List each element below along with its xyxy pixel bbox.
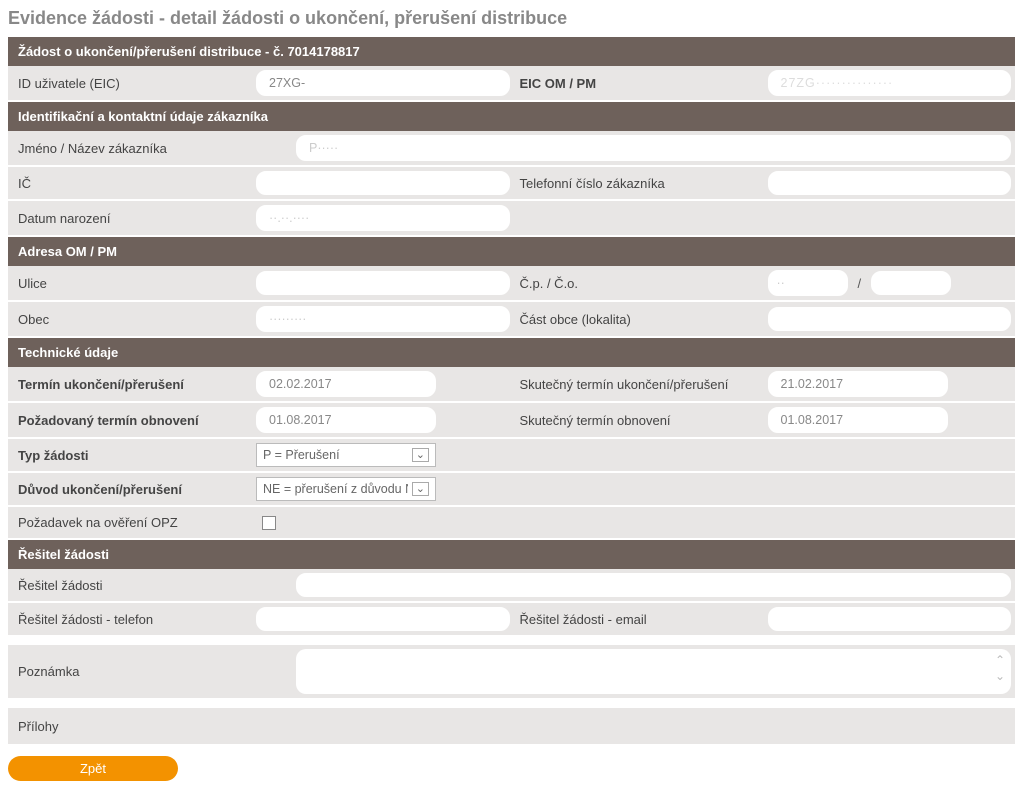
label-eic: EIC OM / PM xyxy=(514,72,764,95)
label-solver-phone: Řešitel žádosti - telefon xyxy=(12,608,252,631)
section-header-request: Žádost o ukončení/přerušení distribuce -… xyxy=(8,37,1015,66)
chevron-down-icon: ⌄ xyxy=(412,482,429,496)
section-header-tech: Technické údaje xyxy=(8,338,1015,367)
label-city-part: Část obce (lokalita) xyxy=(514,308,764,331)
label-phone: Telefonní číslo zákazníka xyxy=(514,172,764,195)
label-note: Poznámka xyxy=(12,649,292,694)
label-term: Termín ukončení/přerušení xyxy=(12,373,252,396)
label-id-user: ID uživatele (EIC) xyxy=(12,72,252,95)
input-eic: 27ZG··············· xyxy=(768,70,1012,96)
label-dob: Datum narození xyxy=(12,207,252,230)
section-header-solver: Řešitel žádosti xyxy=(8,540,1015,569)
chevron-up-icon: ⌃ xyxy=(995,653,1005,667)
label-ico: IČ xyxy=(12,172,252,195)
label-cp: Č.p. / Č.o. xyxy=(514,272,764,295)
input-dob: ··.··.···· xyxy=(256,205,510,231)
chevron-down-icon: ⌄ xyxy=(995,669,1005,683)
label-solver-email: Řešitel žádosti - email xyxy=(514,608,764,631)
back-button[interactable]: Zpět xyxy=(8,756,178,781)
chevron-down-icon: ⌄ xyxy=(412,448,429,462)
input-co xyxy=(871,271,951,295)
label-attachments: Přílohy xyxy=(12,715,292,738)
label-opz: Požadavek na ověření OPZ xyxy=(12,511,252,534)
section-header-contact: Identifikační a kontaktní údaje zákazník… xyxy=(8,102,1015,131)
label-real-term: Skutečný termín ukončení/přerušení xyxy=(514,373,764,396)
label-req-type: Typ žádosti xyxy=(12,444,252,467)
input-cp: ·· xyxy=(768,270,848,296)
checkbox-opz[interactable] xyxy=(262,516,276,530)
label-real-renew: Skutečný termín obnovení xyxy=(514,409,764,432)
label-solver: Řešitel žádosti xyxy=(12,574,292,597)
label-req-renew: Požadovaný termín obnovení xyxy=(12,409,252,432)
input-real-renew: 01.08.2017 xyxy=(768,407,948,433)
input-req-renew: 01.08.2017 xyxy=(256,407,436,433)
label-city: Obec xyxy=(12,308,252,331)
input-ico xyxy=(256,171,510,195)
section-header-address: Adresa OM / PM xyxy=(8,237,1015,266)
input-street xyxy=(256,271,510,295)
select-req-type[interactable]: P = Přerušení ⌄ xyxy=(256,443,436,467)
input-solver-phone xyxy=(256,607,510,631)
input-id-user: 27XG- xyxy=(256,70,510,96)
input-solver-email xyxy=(768,607,1012,631)
input-city-part xyxy=(768,307,1012,331)
select-reason[interactable]: NE = přerušení z důvodu NEplac ⌄ xyxy=(256,477,436,501)
input-solver xyxy=(296,573,1011,597)
page-title: Evidence žádosti - detail žádosti o ukon… xyxy=(8,8,1015,29)
input-real-term: 21.02.2017 xyxy=(768,371,948,397)
slash-separator: / xyxy=(854,276,866,291)
input-phone xyxy=(768,171,1012,195)
select-reason-value: NE = přerušení z důvodu NEplac xyxy=(263,482,408,496)
label-customer-name: Jméno / Název zákazníka xyxy=(12,137,292,160)
textarea-note[interactable]: ⌃ ⌄ xyxy=(296,649,1011,694)
input-term: 02.02.2017 xyxy=(256,371,436,397)
select-req-type-value: P = Přerušení xyxy=(263,448,340,462)
label-street: Ulice xyxy=(12,272,252,295)
input-city: ········· xyxy=(256,306,510,332)
input-customer-name: P····· xyxy=(296,135,1011,161)
label-reason: Důvod ukončení/přerušení xyxy=(12,478,252,501)
